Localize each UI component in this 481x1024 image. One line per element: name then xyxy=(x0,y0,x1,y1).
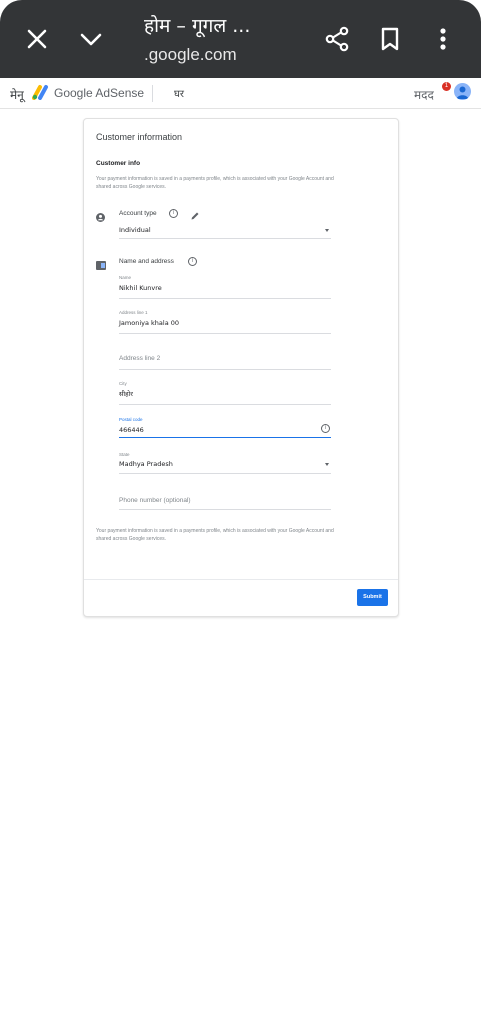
address-line2-field[interactable]: Address line 2 xyxy=(119,344,331,370)
address-line2-placeholder: Address line 2 xyxy=(119,355,161,362)
address-line1-field[interactable]: Address line 1 Jamoniya khala 00 xyxy=(119,308,331,334)
menu-button[interactable]: मेनू xyxy=(10,86,24,103)
name-field-value: Nikhil Kunvre xyxy=(119,284,162,292)
state-field-value: Madhya Pradesh xyxy=(119,460,173,468)
share-icon[interactable] xyxy=(320,22,354,56)
city-field-label: City xyxy=(119,381,127,386)
bookmark-icon[interactable] xyxy=(373,22,407,56)
section-subtitle: Customer info xyxy=(96,160,141,167)
chevron-down-icon[interactable] xyxy=(74,22,108,56)
postal-code-value: 466446 xyxy=(119,426,144,434)
name-address-label: Name and address xyxy=(119,258,174,265)
address-line1-value: Jamoniya khala 00 xyxy=(119,319,180,327)
account-type-label: Account type xyxy=(119,210,157,217)
name-field-label: Name xyxy=(119,275,132,280)
home-link[interactable]: घर xyxy=(174,86,184,100)
dropdown-arrow-icon xyxy=(325,463,329,466)
postal-code-field[interactable]: Postal code 466446 i xyxy=(119,415,331,438)
notification-badge[interactable]: 1 xyxy=(442,82,451,91)
avatar[interactable] xyxy=(454,83,471,100)
name-field[interactable]: Name Nikhil Kunvre xyxy=(119,273,331,299)
card-divider xyxy=(84,579,398,580)
contact-card-icon xyxy=(96,257,106,275)
payment-note-bottom: Your payment information is saved in a p… xyxy=(96,528,334,542)
state-field-label: State xyxy=(119,452,130,457)
customer-info-card: Customer information Customer info Your … xyxy=(83,118,399,617)
info-icon[interactable]: i xyxy=(188,257,197,266)
account-type-select[interactable]: Individual xyxy=(119,221,331,239)
card-title: Customer information xyxy=(96,132,183,142)
state-select[interactable]: State Madhya Pradesh xyxy=(119,450,331,474)
browser-toolbar: होम – गूगल ... .google.com xyxy=(0,0,481,78)
adsense-logo-text: Google AdSense xyxy=(54,86,145,100)
city-field-value: सीहोर xyxy=(119,390,133,398)
city-field[interactable]: City सीहोर xyxy=(119,379,331,405)
adsense-logo-icon xyxy=(32,84,50,105)
postal-code-label: Postal code xyxy=(119,417,143,422)
account-circle-icon xyxy=(96,209,105,227)
phone-placeholder: Phone number (optional) xyxy=(119,497,191,504)
header-divider xyxy=(152,85,153,102)
dropdown-arrow-icon xyxy=(325,229,329,232)
info-icon[interactable]: i xyxy=(169,209,178,218)
phone-field[interactable]: Phone number (optional) xyxy=(119,485,331,510)
address-line1-label: Address line 1 xyxy=(119,310,148,315)
account-type-value: Individual xyxy=(119,226,151,234)
info-icon[interactable]: i xyxy=(321,424,330,433)
more-vert-icon[interactable] xyxy=(426,22,460,56)
close-icon[interactable] xyxy=(20,22,54,56)
submit-button[interactable]: Submit xyxy=(357,589,388,606)
page-title: होम – गूगल ... xyxy=(144,15,251,37)
help-link[interactable]: मदद xyxy=(414,86,434,103)
adsense-header: मेनू Google AdSense घर मदद xyxy=(0,78,481,109)
page-url[interactable]: .google.com xyxy=(144,45,237,65)
payment-note-top: Your payment information is saved in a p… xyxy=(96,176,334,190)
